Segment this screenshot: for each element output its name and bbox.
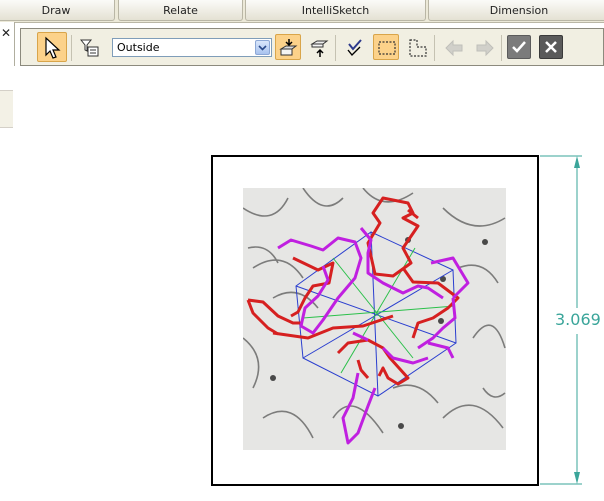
tab-relate[interactable]: Relate [118, 0, 243, 21]
next-button[interactable] [471, 34, 497, 60]
polygon-select-button[interactable] [404, 34, 430, 60]
selection-filter-value: Outside [117, 41, 160, 54]
sketch-overlay [243, 188, 506, 445]
toolbar-separator [335, 35, 336, 61]
left-panel: ✕ [0, 22, 15, 501]
selection-toolbar: Outside [20, 28, 604, 66]
checked-select-icon [347, 39, 362, 57]
tab-draw-label: Draw [41, 4, 71, 17]
dimension-value[interactable]: 3.069 [555, 310, 601, 329]
arrow-left-icon [445, 39, 463, 57]
send-backward-button[interactable] [306, 34, 332, 60]
tab-dimension[interactable]: Dimension [428, 0, 604, 21]
polygon-select-icon [409, 39, 427, 57]
close-icon[interactable]: ✕ [1, 27, 11, 39]
tab-draw[interactable]: Draw [0, 0, 115, 21]
checkmark-icon [512, 41, 526, 53]
bring-forward-button[interactable] [275, 34, 301, 60]
tab-intellisketch-label: IntelliSketch [301, 4, 370, 17]
left-panel-item[interactable] [0, 90, 13, 128]
selection-filter-dropdown[interactable]: Outside [112, 38, 272, 57]
rectangle-select-button[interactable] [373, 34, 399, 60]
arrow-right-icon [476, 39, 494, 57]
filter-list-icon [80, 39, 99, 57]
tab-relate-label: Relate [163, 4, 198, 17]
tab-intellisketch[interactable]: IntelliSketch [245, 0, 426, 21]
rectangle-select-icon [378, 41, 396, 55]
select-tool-button[interactable] [37, 32, 67, 62]
traced-image[interactable] [243, 188, 506, 450]
toolbar-separator [501, 35, 502, 61]
toolbar-separator [434, 35, 435, 61]
ribbon-tab-strip: Draw Relate IntelliSketch Dimension [0, 0, 604, 23]
selection-filter-button[interactable] [76, 34, 102, 60]
send-backward-icon [310, 40, 329, 57]
check-select-button[interactable] [341, 34, 367, 60]
tab-dimension-label: Dimension [489, 4, 549, 17]
bring-forward-icon [279, 39, 298, 56]
close-icon [545, 41, 557, 53]
chevron-down-icon[interactable] [255, 40, 270, 55]
accept-button[interactable] [507, 35, 531, 59]
previous-button[interactable] [440, 34, 466, 60]
toolbar-separator [71, 35, 72, 61]
cancel-button[interactable] [539, 35, 563, 59]
arrow-cursor-icon [45, 36, 61, 59]
